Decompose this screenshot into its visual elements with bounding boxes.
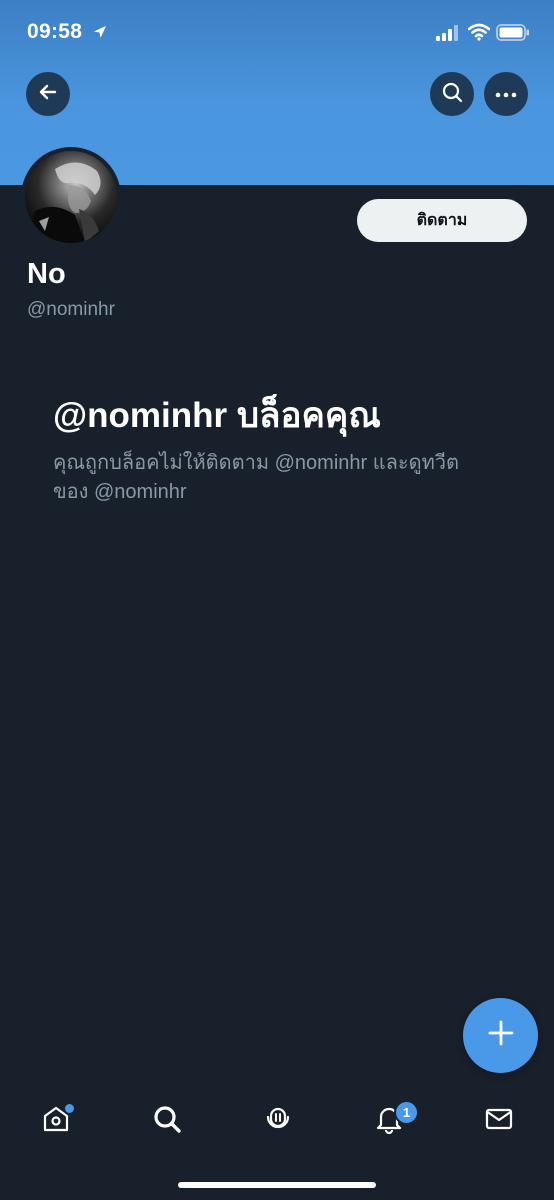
follow-button[interactable]: ติดตาม [357, 199, 527, 242]
more-horizontal-icon [495, 85, 517, 103]
wifi-icon [467, 23, 491, 46]
display-name: No [27, 258, 66, 290]
arrow-left-icon [37, 81, 59, 108]
blocked-title: @nominhr บล็อคคุณ [53, 396, 381, 435]
plus-icon [487, 1019, 515, 1052]
profile-handle: @nominhr [27, 299, 115, 320]
tab-home[interactable] [26, 1088, 86, 1154]
search-icon [152, 1104, 182, 1139]
compose-tweet-button[interactable] [463, 998, 538, 1073]
spaces-icon [263, 1104, 293, 1139]
status-time: 09:58 [27, 20, 83, 43]
mail-icon [484, 1104, 514, 1139]
home-unread-dot [63, 1102, 76, 1115]
status-bar: 09:58 [0, 0, 554, 66]
tab-spaces[interactable] [248, 1088, 308, 1154]
search-icon [441, 81, 463, 108]
back-button[interactable] [26, 72, 70, 116]
bottom-tab-bar [0, 1088, 554, 1158]
tab-search[interactable] [137, 1088, 197, 1154]
location-arrow-icon [92, 24, 108, 45]
notification-badge: 1 [394, 1100, 419, 1125]
more-button[interactable] [484, 72, 528, 116]
blocked-description: คุณถูกบล็อคไม่ให้ติดตาม @nominhr และดูทว… [53, 452, 460, 503]
avatar-image [25, 151, 117, 243]
signal-icon [436, 25, 460, 46]
home-indicator [178, 1182, 376, 1188]
search-button[interactable] [430, 72, 474, 116]
avatar[interactable] [21, 147, 121, 247]
battery-icon [496, 24, 530, 46]
tab-messages[interactable] [469, 1088, 529, 1154]
